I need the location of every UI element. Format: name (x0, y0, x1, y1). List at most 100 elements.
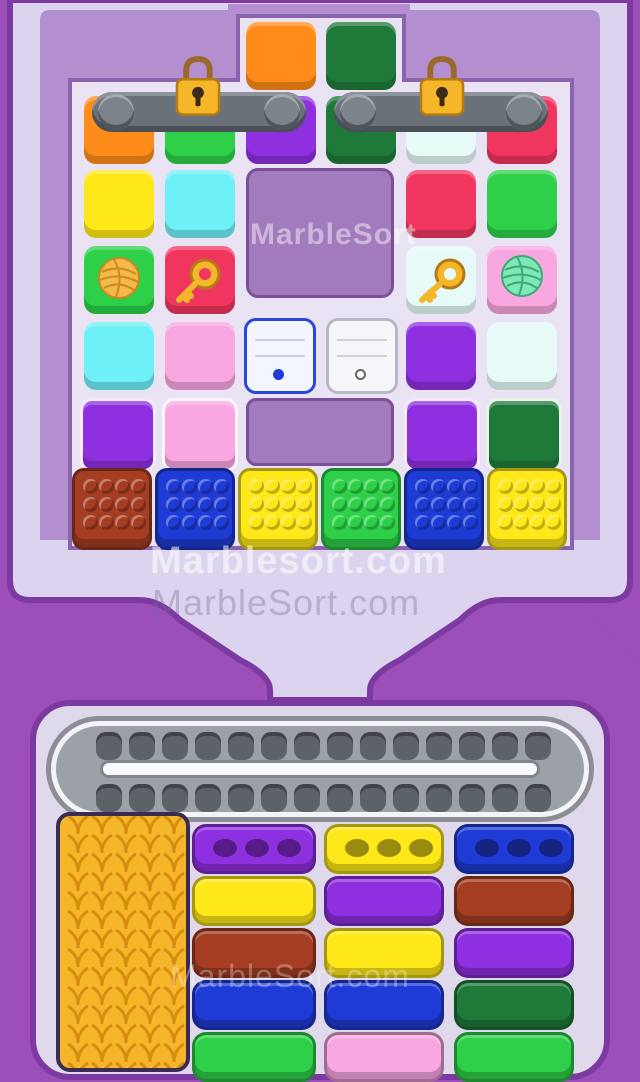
knit-stitch (67, 1004, 89, 1025)
watermark-lower: MarbleSort.com (170, 958, 410, 994)
knit-stitch (163, 871, 185, 892)
knit-stitch (67, 816, 89, 835)
marble-socket (492, 732, 518, 760)
bubble (463, 479, 478, 494)
knit-stitch (67, 909, 89, 930)
chain-bolt (340, 94, 376, 130)
knit-stitch (139, 928, 161, 949)
knit-stitch (67, 833, 89, 854)
marble-socket (360, 732, 386, 760)
bubble (115, 497, 130, 512)
tile-r2-c0[interactable] (84, 246, 154, 314)
yarn-column[interactable] (56, 812, 190, 1072)
tile-r3-c5[interactable] (487, 322, 557, 390)
knit-stitch (115, 816, 137, 835)
pop-block-blue[interactable] (155, 468, 235, 550)
top-tile-orange[interactable] (246, 22, 316, 90)
column-3-bar-yellow[interactable] (324, 824, 444, 874)
bubble (198, 515, 213, 530)
knit-stitch (91, 871, 113, 892)
bubble (447, 497, 462, 512)
empty-slot-wide[interactable] (246, 398, 394, 466)
tile-r2-c4[interactable] (406, 246, 476, 314)
bubble (348, 479, 363, 494)
bubble (546, 497, 561, 512)
tile-r3-c0[interactable] (84, 322, 154, 390)
knit-stitch (139, 966, 161, 987)
knit-stitch (115, 1004, 137, 1025)
top-tile-dark-green[interactable] (326, 22, 396, 90)
column-4-bar-brown[interactable] (454, 876, 574, 926)
knit-stitch (91, 1042, 113, 1063)
bubble (166, 479, 181, 494)
knit-stitch (91, 1004, 113, 1025)
bubble (281, 515, 296, 530)
marble-tube-blue[interactable] (244, 318, 316, 394)
marble-hole (409, 839, 433, 857)
marble-socket (426, 732, 452, 760)
column-4-bar-blue[interactable] (454, 824, 574, 874)
marble-socket (426, 784, 452, 812)
column-3-bar-purple[interactable] (324, 876, 444, 926)
bubble (83, 479, 98, 494)
knit-stitch (139, 833, 161, 854)
chain-bolt (506, 94, 542, 130)
knit-stitch (163, 1023, 185, 1044)
marble-socket (162, 732, 188, 760)
bubble (415, 515, 430, 530)
pop-block-yellow[interactable] (487, 468, 567, 550)
bubble (265, 497, 280, 512)
bubble (380, 515, 395, 530)
marble-tube-white[interactable] (326, 318, 398, 394)
column-4-bar-green[interactable] (454, 1032, 574, 1082)
bubble (498, 497, 513, 512)
chain-bolt (264, 94, 300, 130)
tile-r2-c5[interactable] (487, 246, 557, 314)
knit-stitch (163, 928, 185, 949)
pop-block-yellow[interactable] (238, 468, 318, 550)
column-3-bar-pink[interactable] (324, 1032, 444, 1082)
bubble (415, 497, 430, 512)
knit-stitch (139, 1061, 161, 1068)
bubble (348, 497, 363, 512)
pop-block-brown[interactable] (72, 468, 152, 550)
tile-r3-c1[interactable] (165, 322, 235, 390)
knit-stitch (91, 852, 113, 873)
bubble (530, 497, 545, 512)
tile-r4-c5[interactable] (486, 398, 562, 472)
column-4-bar-purple[interactable] (454, 928, 574, 978)
column-4-bar-dark_green[interactable] (454, 980, 574, 1030)
tile-r4-c1[interactable] (162, 398, 238, 472)
bubble (115, 479, 130, 494)
padlock-icon (175, 56, 221, 116)
bubble (463, 497, 478, 512)
marble-hole (213, 839, 237, 857)
tile-r1-c5[interactable] (487, 170, 557, 238)
tile-r1-c0[interactable] (84, 170, 154, 238)
knit-stitch (91, 966, 113, 987)
tile-r2-c1[interactable] (165, 246, 235, 314)
bubble (83, 515, 98, 530)
pop-block-blue[interactable] (404, 468, 484, 550)
knit-stitch (163, 833, 185, 854)
knit-stitch (115, 985, 137, 1006)
knit-stitch (139, 1042, 161, 1063)
yarn-ball-icon (98, 257, 140, 299)
tile-r1-c1[interactable] (165, 170, 235, 238)
tile-r3-c4[interactable] (406, 322, 476, 390)
knit-stitch (139, 1004, 161, 1025)
column-2-bar-yellow[interactable] (192, 876, 316, 926)
bubble (380, 479, 395, 494)
knit-stitch (91, 1061, 113, 1068)
pop-block-green[interactable] (321, 468, 401, 550)
knit-stitch (67, 890, 89, 911)
column-2-bar-green[interactable] (192, 1032, 316, 1082)
tile-r4-c4[interactable] (404, 398, 480, 472)
knit-stitch (115, 947, 137, 968)
knit-stitch (67, 966, 89, 987)
knit-stitch (139, 852, 161, 873)
knit-stitch (115, 852, 137, 873)
marble-hole (245, 839, 269, 857)
tile-r4-c0[interactable] (80, 398, 156, 472)
column-2-bar-purple[interactable] (192, 824, 316, 874)
